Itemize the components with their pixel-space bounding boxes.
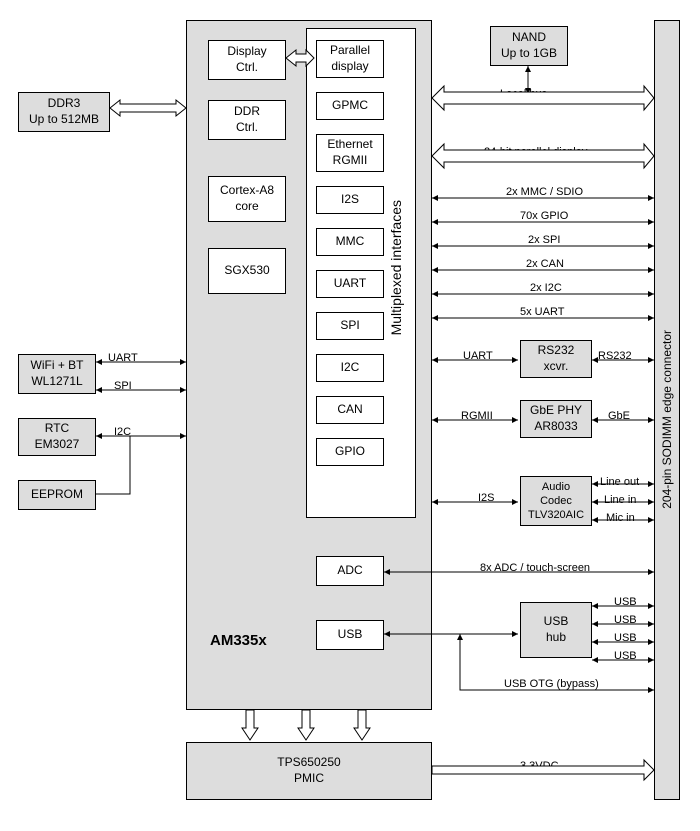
nand-block: NAND Up to 1GB <box>490 26 568 66</box>
lbl-spi-left: SPI <box>114 380 132 392</box>
lbl-usb4: USB <box>614 650 637 662</box>
lbl-usb3: USB <box>614 632 637 644</box>
mux-mmc: MMC <box>316 228 384 256</box>
soc-title: AM335x <box>210 632 267 649</box>
cortex-core: Cortex-A8 core <box>208 176 286 222</box>
mux-i2c: I2C <box>316 354 384 382</box>
lbl-rs232: RS232 <box>598 350 632 362</box>
lbl-uart5: 5x UART <box>520 306 564 318</box>
pmic-block: TPS650250 PMIC <box>186 742 432 800</box>
lbl-gpio70: 70x GPIO <box>520 210 568 222</box>
mux-uart: UART <box>316 270 384 298</box>
eeprom-block: EEPROM <box>18 480 96 510</box>
lbl-uart-right: UART <box>463 350 493 362</box>
lbl-i2s: I2S <box>478 492 495 504</box>
display-ctrl: Display Ctrl. <box>208 40 286 80</box>
lbl-24bit: 24-bit parallel display <box>484 146 587 158</box>
lbl-lineout: Line out <box>600 476 639 488</box>
lbl-spi2: 2x SPI <box>528 234 560 246</box>
lbl-16bit: 16 bit <box>132 103 159 115</box>
lbl-usbotg: USB OTG (bypass) <box>504 678 599 690</box>
lbl-uart-left1: UART <box>108 352 138 364</box>
lbl-usb2: USB <box>614 614 637 626</box>
mux-gpmc: GPMC <box>316 92 384 120</box>
lbl-i2c-left: I2C <box>114 426 131 438</box>
gbe-block: GbE PHY AR8033 <box>520 400 592 438</box>
wifi-block: WiFi + BT WL1271L <box>18 354 96 394</box>
usbhub-block: USB hub <box>520 602 592 658</box>
mux-gpio: GPIO <box>316 438 384 466</box>
lbl-i2c2: 2x I2C <box>530 282 562 294</box>
rs232-block: RS232 xcvr. <box>520 340 592 378</box>
mux-parallel-display: Parallel display <box>316 40 384 78</box>
rtc-block: RTC EM3027 <box>18 418 96 456</box>
lbl-linein: Line in <box>604 494 636 506</box>
lbl-mmc: 2x MMC / SDIO <box>506 186 583 198</box>
adc-block: ADC <box>316 556 384 586</box>
mux-can: CAN <box>316 396 384 424</box>
lbl-micin: Mic in <box>606 512 635 524</box>
mux-i2s: I2S <box>316 186 384 214</box>
lbl-adc: 8x ADC / touch-screen <box>480 562 590 574</box>
usb-block: USB <box>316 620 384 650</box>
ddr3-block: DDR3 Up to 512MB <box>18 92 110 132</box>
mux-ethernet: Ethernet RGMII <box>316 134 384 172</box>
edge-label: 204-pin SODIMM edge connector <box>660 330 674 509</box>
lbl-usb1: USB <box>614 596 637 608</box>
lbl-localbus: Local bus <box>500 88 547 100</box>
ddr-ctrl: DDR Ctrl. <box>208 100 286 140</box>
sgx530: SGX530 <box>208 248 286 294</box>
lbl-vdc: 3.3VDC <box>520 760 559 772</box>
lbl-gbe: GbE <box>608 410 630 422</box>
lbl-can2: 2x CAN <box>526 258 564 270</box>
lbl-rgmii: RGMII <box>461 410 493 422</box>
mux-label: Multiplexed interfaces <box>388 200 404 335</box>
audio-block: Audio Codec TLV320AIC <box>520 476 592 526</box>
mux-spi: SPI <box>316 312 384 340</box>
